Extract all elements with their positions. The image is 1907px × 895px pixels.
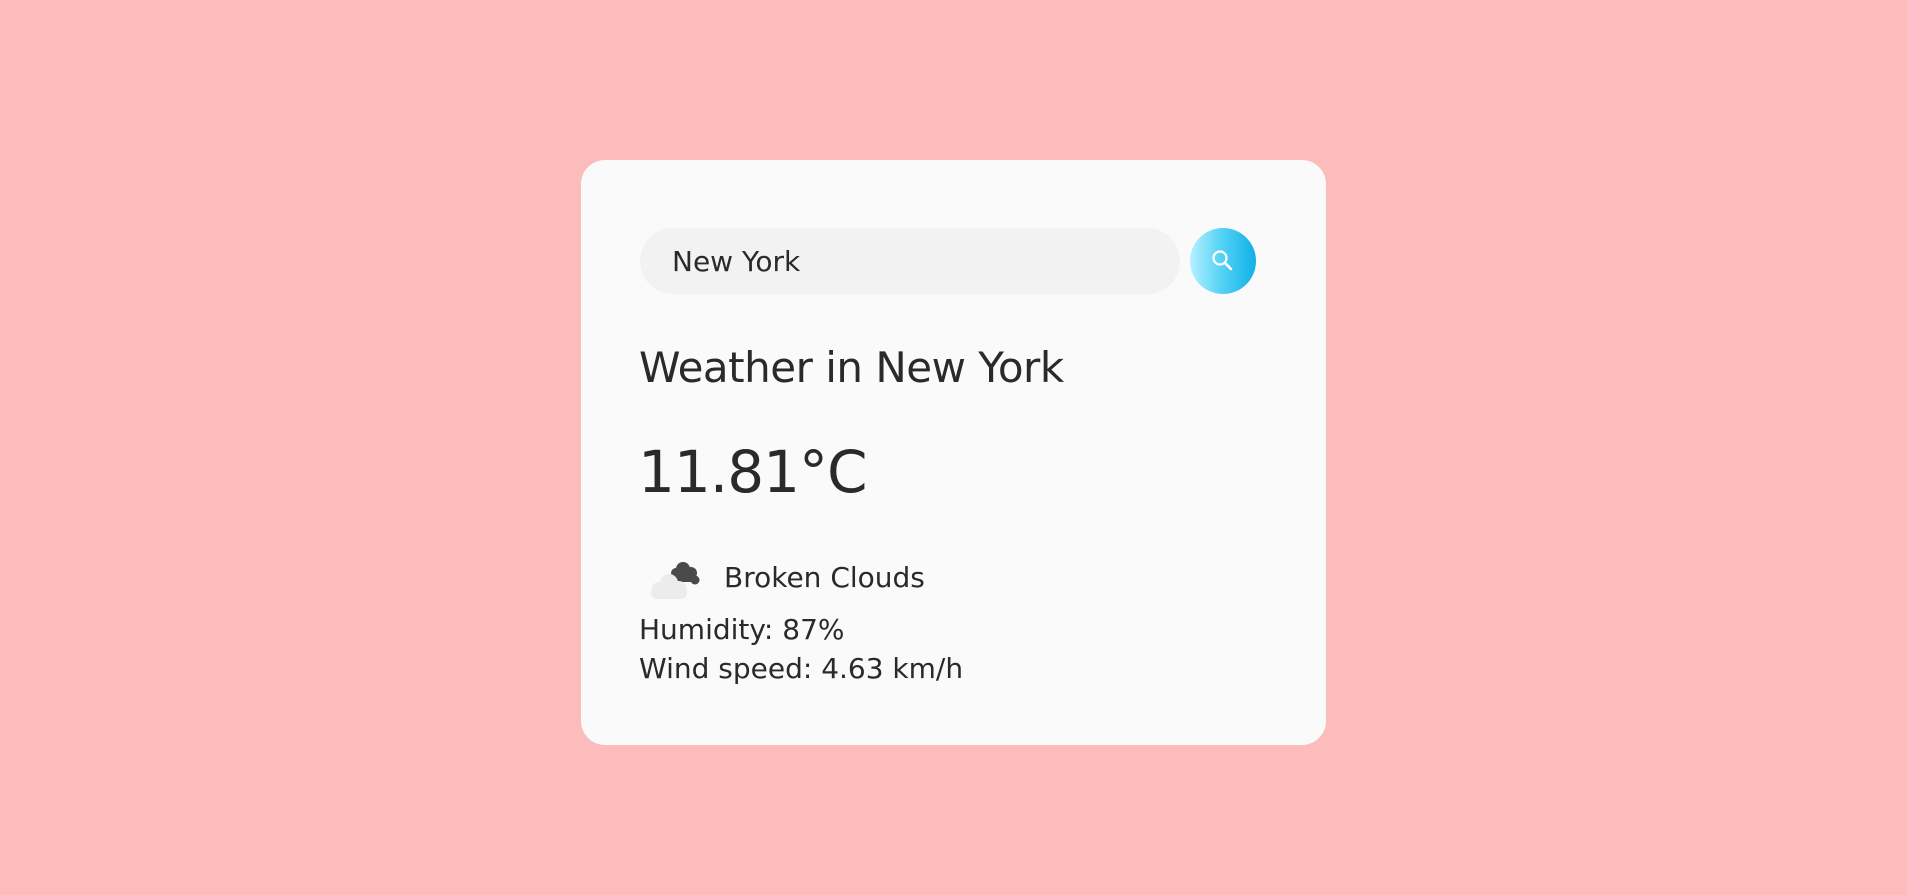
temperature: 11.81°C [638,438,868,506]
search-bar [640,228,1267,294]
condition-description: Broken Clouds [724,560,925,594]
weather-card: Weather in New York 11.81°C [581,160,1326,745]
city-title: Weather in New York [639,343,1064,392]
condition-row: Broken Clouds [645,552,925,602]
search-button[interactable] [1190,228,1256,294]
humidity-text: Humidity: 87% [639,613,845,646]
broken-clouds-icon [645,553,703,601]
search-icon [1210,248,1236,274]
city-search-input[interactable] [640,228,1180,294]
page-background: { "search": { "value": "New York", "butt… [0,0,1907,895]
wind-speed-text: Wind speed: 4.63 km/h [639,652,964,685]
